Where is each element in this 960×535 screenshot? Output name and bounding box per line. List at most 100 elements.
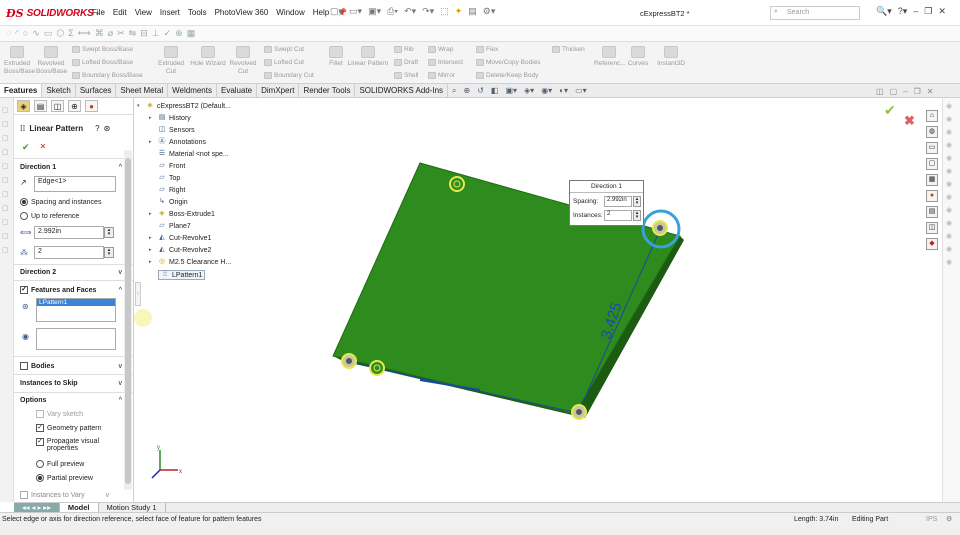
rstrip-icon-2[interactable]: ◉ — [946, 115, 957, 123]
save-icon[interactable]: ▣▾ — [368, 6, 381, 17]
measure-icon[interactable]: ⌀ — [108, 28, 113, 39]
strip-icon-2[interactable]: ▢ — [2, 120, 11, 128]
undo-icon[interactable]: ↶▾ — [404, 6, 416, 17]
help-circle-icon[interactable]: ? — [95, 124, 99, 133]
callout-instances-stepper[interactable]: ▴ ▾ — [633, 210, 641, 221]
instances-to-vary-checkbox[interactable] — [20, 491, 28, 499]
close-icon[interactable]: ✕ — [938, 6, 946, 17]
swept-bossbase-button[interactable]: Swept Boss/Base — [72, 46, 133, 53]
redo-icon[interactable]: ↷▾ — [422, 6, 434, 17]
up-to-reference-option[interactable]: Up to reference — [20, 212, 79, 220]
lofted-bossbase-button[interactable]: Lofted Boss/Base — [72, 59, 133, 66]
direction1-header[interactable]: Direction 1 ^ — [14, 164, 132, 171]
rstrip-icon-5[interactable]: ◉ — [946, 154, 957, 162]
rstrip-icon-8[interactable]: ◉ — [946, 193, 957, 201]
reference-geometry-button[interactable]: Referenc... — [594, 46, 626, 68]
rstrip-icon-6[interactable]: ◉ — [946, 167, 957, 175]
tab-motion-study[interactable]: Motion Study 1 — [99, 503, 166, 512]
lofted-cut-button[interactable]: Lofted Cut — [264, 59, 304, 66]
graphics-area[interactable]: 3.425 x y — [134, 98, 926, 502]
bodies-header[interactable]: Bodies v — [14, 362, 132, 370]
new-document-icon[interactable]: ▢▾ — [330, 6, 343, 17]
strip-icon-5[interactable]: ▢ — [2, 162, 11, 170]
scroll-thumb[interactable] — [125, 158, 131, 484]
relations-icon[interactable]: ⊥ — [152, 28, 160, 39]
repair-icon[interactable]: ✓ — [164, 28, 172, 39]
features-faces-checkbox[interactable]: ✓ — [20, 286, 28, 294]
rstrip-icon-1[interactable]: ◉ — [946, 102, 957, 110]
view-palette-icon[interactable]: ▦ — [926, 174, 938, 186]
menu-insert[interactable]: Insert — [160, 8, 180, 17]
full-preview-option[interactable]: Full preview — [36, 460, 84, 468]
curves-button[interactable]: Curves — [626, 46, 650, 68]
instances-stepper[interactable]: ▴ ▾ — [104, 247, 114, 258]
strip-icon-8[interactable]: ▢ — [2, 204, 11, 212]
hole-wizard-button[interactable]: Hole Wizard — [188, 46, 228, 68]
rstrip-icon-13[interactable]: ◉ — [946, 258, 957, 266]
tab-model[interactable]: Model — [59, 503, 99, 512]
draft-button[interactable]: Draft — [394, 59, 418, 66]
callout-instances-input[interactable]: 2 — [604, 210, 632, 221]
scene-icon[interactable]: ▭▾ — [575, 86, 587, 96]
configuration-manager-icon[interactable]: ◫ — [51, 100, 64, 112]
partial-preview-option[interactable]: Partial preview — [36, 474, 93, 482]
toolbox-icon[interactable]: ◆ — [926, 238, 938, 250]
viewport-minimize-icon[interactable]: – — [903, 87, 907, 96]
solidworks-forum-icon[interactable]: ◫ — [926, 222, 938, 234]
direction1-reference-field[interactable]: Edge<1> — [34, 176, 116, 192]
faces-list[interactable] — [36, 328, 116, 350]
hide-show-icon[interactable]: ◉▾ — [541, 86, 552, 96]
sketch-tool-icon[interactable]: ◌ — [6, 28, 11, 39]
tab-sketch[interactable]: Sketch — [42, 84, 76, 97]
boundary-cut-button[interactable]: Boundary Cut — [264, 72, 314, 79]
rectangle-icon[interactable]: ▭ — [44, 28, 53, 39]
delete-keep-body-button[interactable]: Delete/Keep Body — [476, 72, 538, 79]
bodies-checkbox[interactable] — [20, 362, 28, 370]
menu-view[interactable]: View — [135, 8, 152, 17]
linear-pattern-button[interactable]: Linear Pattern — [346, 46, 390, 68]
solidworks-logo[interactable]: ƉS SOLIDWORKS ▸ — [6, 6, 99, 20]
menu-edit[interactable]: Edit — [113, 8, 127, 17]
zoom-fit-icon[interactable]: ⌕ — [452, 86, 456, 96]
mirror-button[interactable]: Mirror — [428, 72, 455, 79]
tab-sheet-metal[interactable]: Sheet Metal — [116, 84, 169, 97]
fix-icon[interactable]: ⊕ — [175, 28, 183, 39]
strip-icon-9[interactable]: ▢ — [2, 218, 11, 226]
move-copy-bodies-button[interactable]: Move/Copy Bodies — [476, 59, 541, 66]
custom-properties-icon[interactable]: ▤ — [926, 206, 938, 218]
tab-weldments[interactable]: Weldments — [168, 84, 217, 97]
mounting-hole[interactable] — [449, 176, 465, 192]
split-icon[interactable]: ▢ — [890, 87, 898, 96]
display-style-icon[interactable]: ◈▾ — [524, 86, 534, 96]
help-icon[interactable]: ?▾ — [898, 6, 908, 17]
pm-scrollbar[interactable] — [124, 150, 132, 490]
tile-icon[interactable]: ◫ — [876, 87, 884, 96]
intersect-button[interactable]: Intersect — [428, 59, 463, 66]
nav-arrows-icon[interactable]: ◂◂ ◂ ▸ ▸▸ — [14, 503, 60, 512]
menu-help[interactable]: Help — [313, 8, 329, 17]
spacing-stepper[interactable]: ▴ ▾ — [104, 227, 114, 238]
previous-view-icon[interactable]: ↺ — [477, 86, 484, 96]
boundary-bossbase-button[interactable]: Boundary Boss/Base — [72, 72, 143, 79]
rebuild-icon[interactable]: ✦ — [455, 6, 463, 17]
feature-manager-icon[interactable]: ◈ — [17, 100, 30, 112]
vary-sketch-option[interactable]: Vary sketch — [36, 410, 83, 418]
direction2-header[interactable]: Direction 2 v — [14, 269, 132, 276]
instant3d-button[interactable]: Instant3D — [654, 46, 688, 68]
callout-spacing-input[interactable]: 2.992in — [604, 196, 632, 207]
fillet-button[interactable]: Fillet — [326, 46, 346, 68]
rstrip-icon-7[interactable]: ◉ — [946, 180, 957, 188]
spline-icon[interactable]: ∿ — [32, 28, 40, 39]
instances-to-skip-header[interactable]: Instances to Skip v — [14, 380, 132, 387]
geometry-pattern-option[interactable]: ✓ Geometry pattern — [36, 424, 101, 432]
mounting-hole[interactable] — [369, 360, 385, 376]
file-properties-icon[interactable]: ▤ — [468, 6, 477, 17]
propagate-visual-checkbox[interactable]: ✓ — [36, 438, 44, 446]
strip-icon-1[interactable]: ▢ — [2, 106, 11, 114]
tab-render-tools[interactable]: Render Tools — [299, 84, 356, 97]
viewport-close-icon[interactable]: ✕ — [927, 87, 934, 96]
flex-button[interactable]: Flex — [476, 46, 498, 53]
instances-input[interactable]: 2 — [34, 246, 104, 259]
zoom-area-icon[interactable]: ⊕ — [463, 86, 470, 96]
reverse-direction-icon[interactable]: ↗ — [20, 178, 27, 187]
